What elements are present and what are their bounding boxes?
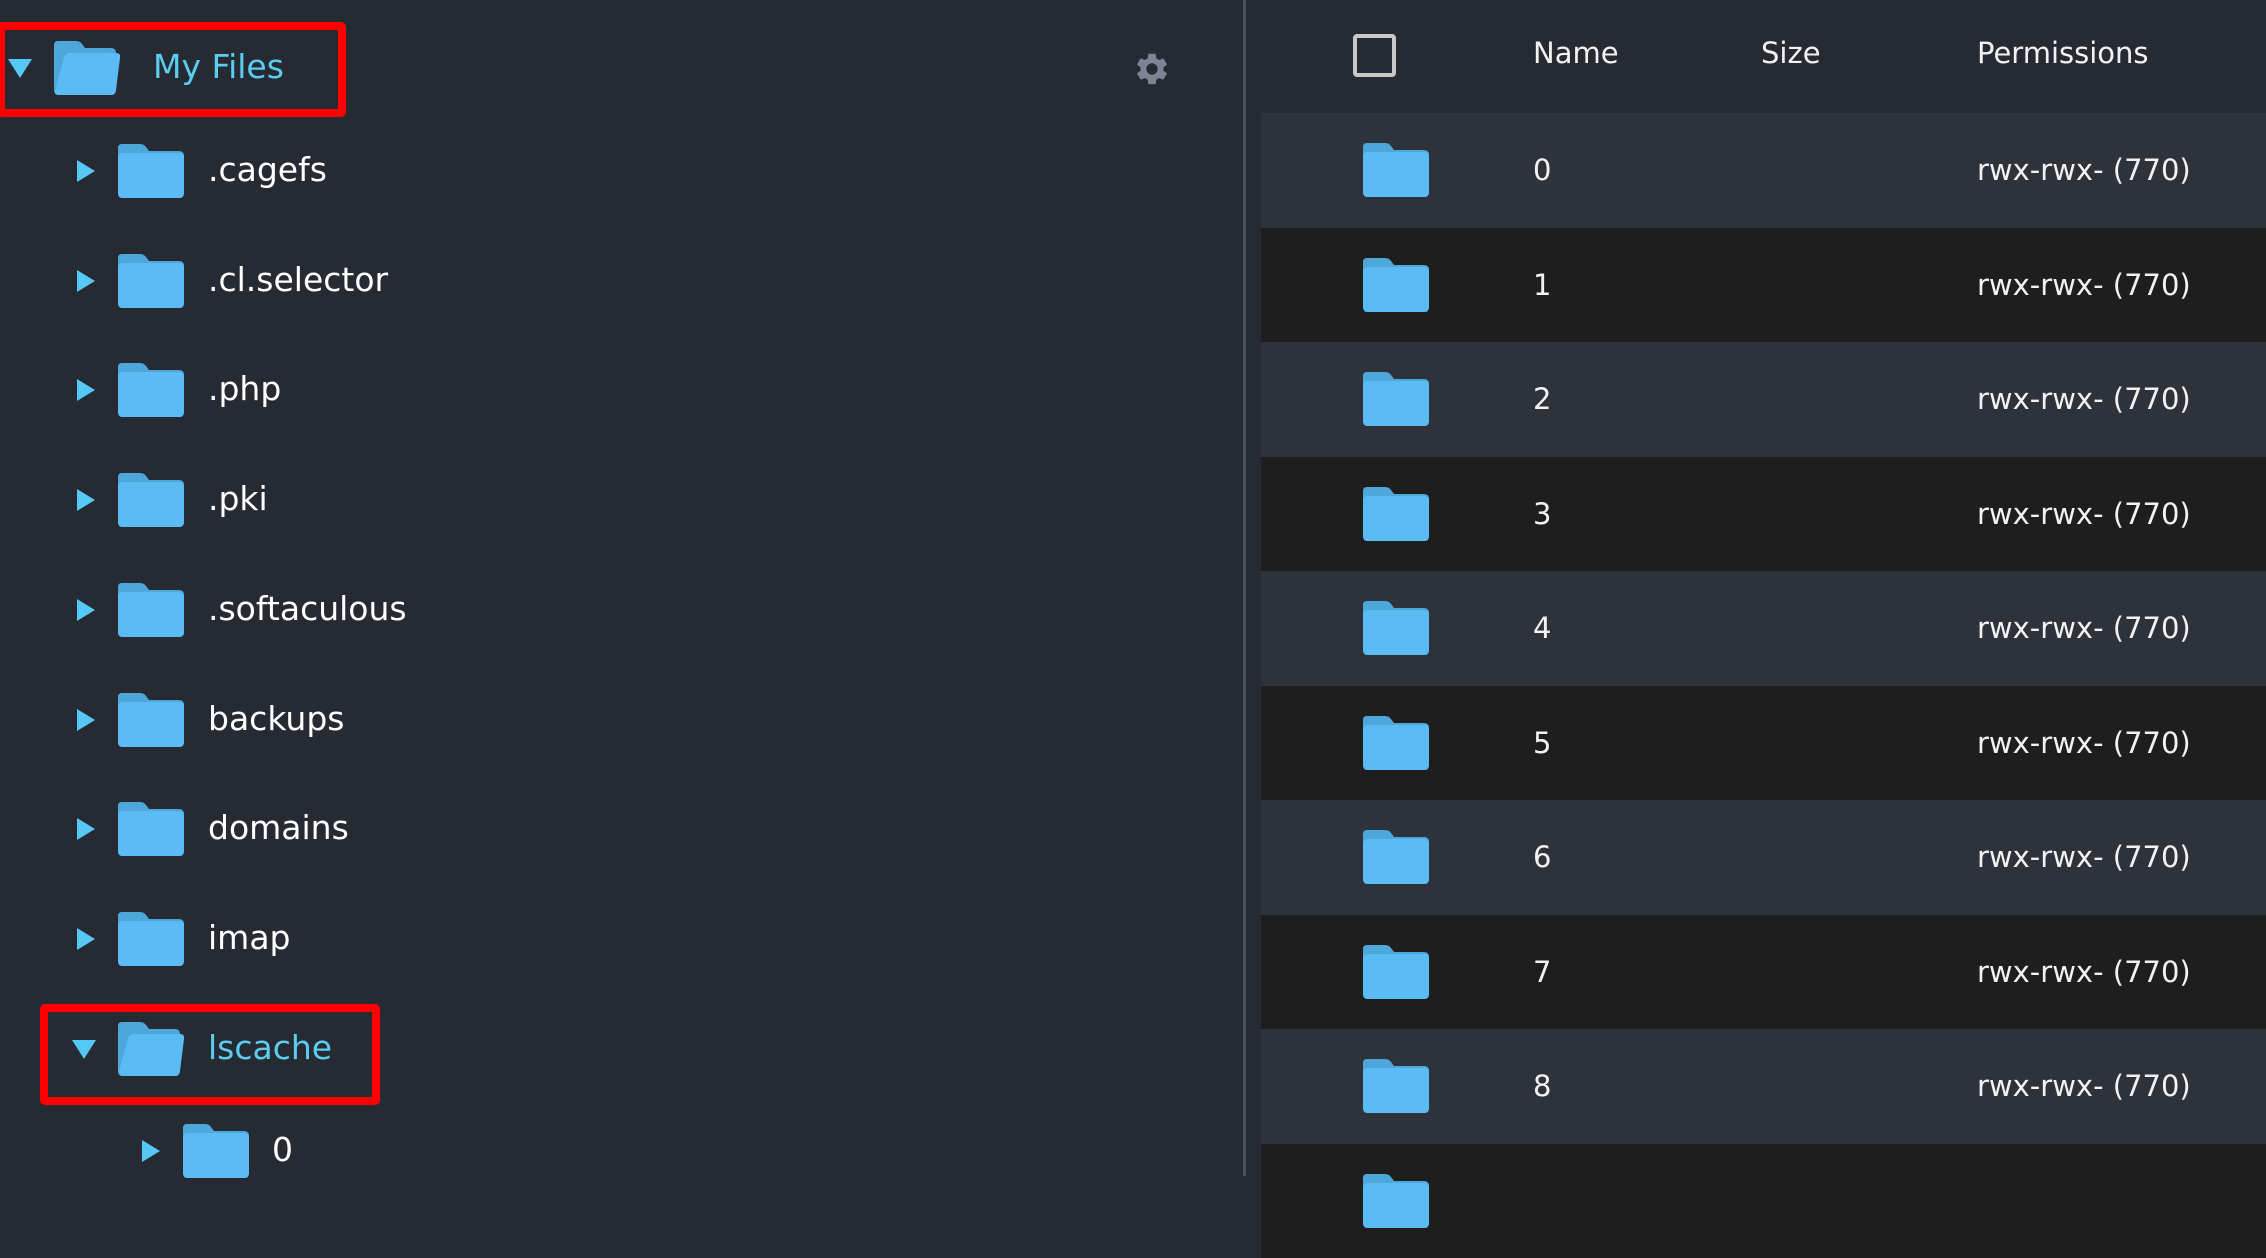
folder-tree-panel: My Files .cagefs.cl.selector.php.pki.sof… [0, 0, 1244, 1176]
table-row[interactable]: 2 rwx-rwx- (770) [1261, 342, 2266, 457]
column-header-size[interactable]: Size [1761, 36, 1821, 70]
expand-triangle-icon[interactable] [77, 599, 95, 621]
table-header: Name Size Permissions [1261, 0, 2266, 113]
folder-icon [1363, 1174, 1429, 1228]
highlight-box-my-files [0, 22, 346, 117]
highlight-box-lscache [40, 1004, 380, 1105]
tree-item-label: imap [208, 918, 290, 957]
file-list-panel: Name Size Permissions 0 rwx-rwx- (770) 1 rw… [1246, 0, 2266, 1176]
table-row[interactable]: 1 rwx-rwx- (770) [1261, 228, 2266, 343]
tree-item-label: .php [208, 369, 281, 408]
tree-item-softaculous[interactable]: .softaculous [0, 575, 600, 645]
file-table-body: 0 rwx-rwx- (770) 1 rwx-rwx- (770) 2 rwx-rwx- … [1261, 113, 2266, 1258]
column-header-permissions[interactable]: Permissions [1977, 36, 2149, 70]
tree-item-imap[interactable]: imap [0, 904, 600, 974]
table-row[interactable]: 8 rwx-rwx- (770) [1261, 1029, 2266, 1144]
tree-item-label: domains [208, 808, 349, 847]
folder-icon [118, 363, 184, 417]
tree-item-cl-selector[interactable]: .cl.selector [0, 246, 600, 316]
cell-name: 1 [1533, 268, 1551, 302]
cell-permissions: rwx-rwx- (770) [1977, 955, 2191, 989]
folder-icon [1363, 830, 1429, 884]
folder-icon [1363, 487, 1429, 541]
folder-icon [118, 144, 184, 198]
tree-item-label: .cl.selector [208, 260, 388, 299]
cell-name: 4 [1533, 611, 1551, 645]
table-row[interactable]: 7 rwx-rwx- (770) [1261, 915, 2266, 1030]
cell-permissions: rwx-rwx- (770) [1977, 1069, 2191, 1103]
cell-name: 8 [1533, 1069, 1551, 1103]
table-row[interactable]: 6 rwx-rwx- (770) [1261, 800, 2266, 915]
cell-name: 3 [1533, 497, 1551, 531]
tree-item-label: .softaculous [208, 589, 407, 628]
column-header-name[interactable]: Name [1533, 36, 1619, 70]
tree-item-label: .cagefs [208, 150, 327, 189]
folder-icon [118, 912, 184, 966]
cell-permissions: rwx-rwx- (770) [1977, 840, 2191, 874]
folder-icon [118, 254, 184, 308]
select-all-checkbox[interactable] [1353, 34, 1396, 77]
tree-item-domains[interactable]: domains [0, 794, 600, 864]
tree-item-label: 0 [272, 1130, 293, 1169]
folder-icon [1363, 716, 1429, 770]
folder-icon [1363, 1059, 1429, 1113]
folder-icon [1363, 601, 1429, 655]
folder-icon [1363, 143, 1429, 197]
tree-item-cagefs[interactable]: .cagefs [0, 136, 600, 206]
tree-item-label: .pki [208, 479, 268, 518]
cell-permissions: rwx-rwx- (770) [1977, 268, 2191, 302]
table-row[interactable]: 4 rwx-rwx- (770) [1261, 571, 2266, 686]
tree-item-label: backups [208, 699, 344, 738]
expand-triangle-icon[interactable] [77, 379, 95, 401]
expand-triangle-icon[interactable] [77, 489, 95, 511]
folder-icon [118, 802, 184, 856]
cell-permissions: rwx-rwx- (770) [1977, 726, 2191, 760]
tree-item-backups[interactable]: backups [0, 685, 600, 755]
expand-triangle-icon[interactable] [77, 818, 95, 840]
folder-icon [118, 473, 184, 527]
tree-item-pki[interactable]: .pki [0, 465, 600, 535]
table-row[interactable]: 3 rwx-rwx- (770) [1261, 457, 2266, 572]
folder-icon [118, 583, 184, 637]
folder-icon [1363, 258, 1429, 312]
folder-icon [118, 693, 184, 747]
cell-permissions: rwx-rwx- (770) [1977, 611, 2191, 645]
expand-triangle-icon[interactable] [77, 270, 95, 292]
cell-name: 6 [1533, 840, 1551, 874]
gear-icon[interactable] [1133, 50, 1171, 88]
expand-triangle-icon[interactable] [142, 1140, 160, 1162]
expand-triangle-icon[interactable] [77, 709, 95, 731]
table-row[interactable]: 0 rwx-rwx- (770) [1261, 113, 2266, 228]
table-row[interactable]: 5 rwx-rwx- (770) [1261, 686, 2266, 801]
expand-triangle-icon[interactable] [77, 160, 95, 182]
folder-icon [1363, 372, 1429, 426]
table-row[interactable] [1261, 1144, 2266, 1258]
cell-permissions: rwx-rwx- (770) [1977, 382, 2191, 416]
folder-icon [183, 1124, 249, 1178]
tree-item-php[interactable]: .php [0, 355, 600, 425]
folder-icon [1363, 945, 1429, 999]
cell-permissions: rwx-rwx- (770) [1977, 153, 2191, 187]
cell-name: 2 [1533, 382, 1551, 416]
cell-name: 5 [1533, 726, 1551, 760]
cell-name: 7 [1533, 955, 1551, 989]
expand-triangle-icon[interactable] [77, 928, 95, 950]
cell-name: 0 [1533, 153, 1551, 187]
cell-permissions: rwx-rwx- (770) [1977, 497, 2191, 531]
